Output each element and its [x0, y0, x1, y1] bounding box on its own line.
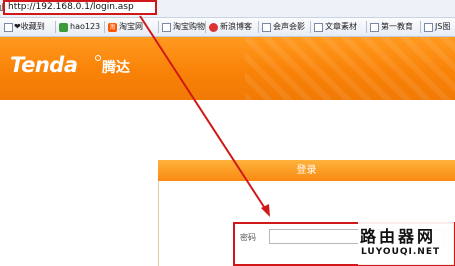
bookmark-taobao-shopping[interactable]: 淘宝购物 — [162, 18, 205, 36]
site-watermark: 路由器网 LUYOUQI.NET — [358, 222, 454, 265]
bookmark-separator — [104, 21, 105, 33]
header-pattern — [245, 37, 455, 100]
bookmark-separator — [158, 21, 159, 33]
bookmark-separator — [55, 21, 56, 33]
page-icon — [162, 22, 171, 32]
registered-mark-icon — [95, 55, 101, 61]
page-icon — [4, 23, 13, 32]
page-icon — [262, 22, 271, 32]
bookmarks-bar: ❤收藏到 hao123 淘 淘宝网 淘宝购物 新浪博客 会声会影 文章素材 第一… — [0, 18, 455, 37]
page-icon — [314, 22, 323, 32]
bookmark-hao123[interactable]: hao123 — [59, 18, 100, 36]
bookmark-video-editor[interactable]: 会声会影 — [262, 18, 305, 36]
tenda-logo: Tenda — [10, 53, 78, 77]
page-icon — [424, 22, 433, 32]
bookmark-sina-blog[interactable]: 新浪博客 — [209, 18, 252, 36]
bookmark-separator — [366, 21, 367, 33]
taobao-icon: 淘 — [108, 22, 117, 32]
tenda-logo-cn: 腾达 — [102, 60, 130, 76]
bookmark-favorites[interactable]: ❤收藏到 — [14, 18, 45, 36]
bookmark-article-material[interactable]: 文章素材 — [314, 18, 357, 36]
watermark-en: LUYOUQI.NET — [361, 247, 441, 257]
address-bar-row: 址 http://192.168.0.1/login.asp — [0, 0, 455, 18]
bookmark-separator — [258, 21, 259, 33]
bookmark-first-education[interactable]: 第一教育 — [370, 18, 413, 36]
login-panel-title: 登录 — [158, 160, 455, 181]
bookmark-separator — [205, 21, 206, 33]
sina-icon — [209, 22, 218, 32]
hao123-icon — [59, 22, 68, 32]
url-input[interactable]: http://192.168.0.1/login.asp — [3, 0, 157, 15]
bookmark-js[interactable]: JS图 — [424, 18, 450, 36]
bookmark-separator — [310, 21, 311, 33]
router-header-banner: Tenda 腾达 — [0, 37, 455, 100]
page-icon — [370, 22, 379, 32]
bookmark-separator — [420, 21, 421, 33]
watermark-cn: 路由器网 — [360, 227, 437, 246]
bookmark-taobao[interactable]: 淘 淘宝网 — [108, 18, 143, 36]
